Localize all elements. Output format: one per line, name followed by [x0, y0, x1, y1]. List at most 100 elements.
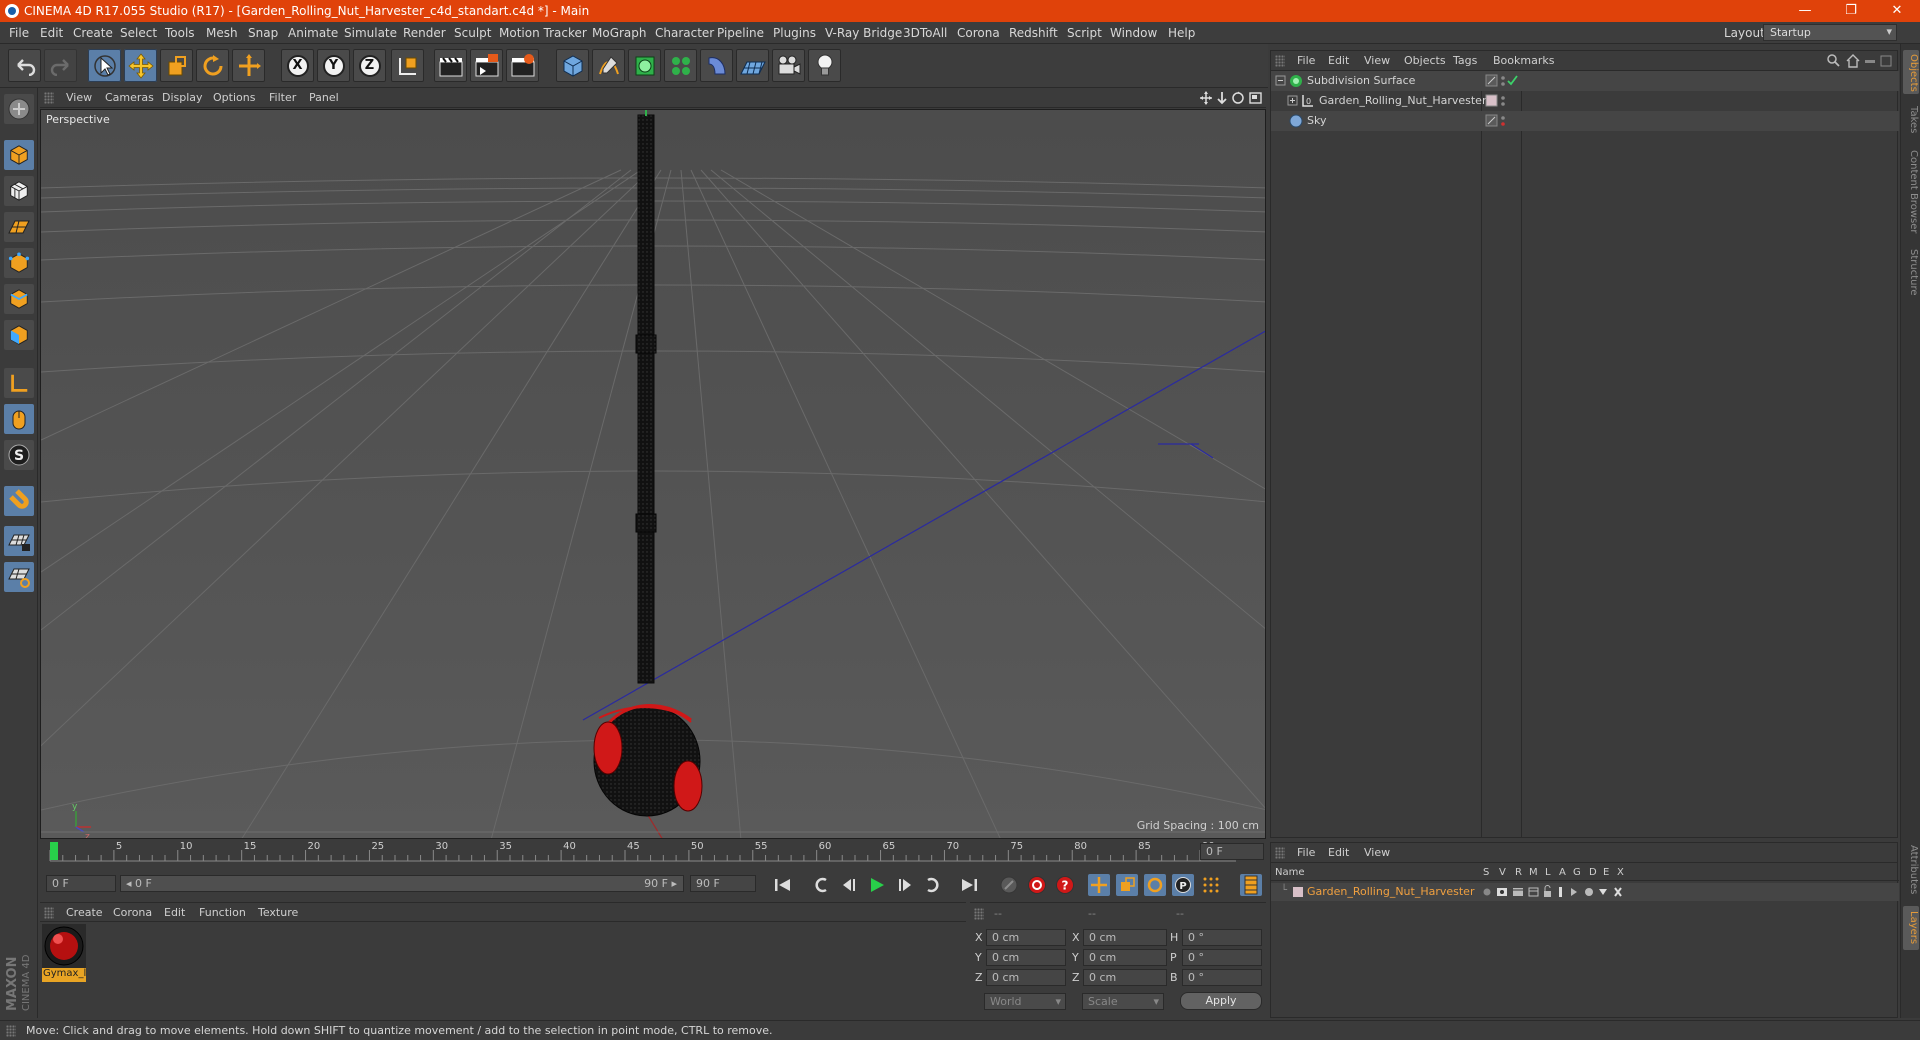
object-row-harvester[interactable]: 0 Garden_Rolling_Nut_Harvester [1271, 91, 1899, 111]
viewport-nav-icons[interactable] [1200, 91, 1264, 105]
scale-tool-button[interactable] [160, 49, 193, 82]
viewport-menu-display[interactable]: Display [162, 91, 203, 104]
expand-icon[interactable] [1287, 95, 1299, 107]
maximize-button[interactable]: ❐ [1828, 0, 1874, 22]
perspective-viewport[interactable]: y z Perspective Grid Spacing : 100 cm [40, 109, 1266, 839]
add-light-button[interactable] [808, 49, 841, 82]
apply-button[interactable]: Apply [1180, 992, 1262, 1010]
pos-z-field[interactable]: 0 cm [986, 969, 1066, 986]
tab-objects[interactable]: Objects [1903, 50, 1919, 94]
render-settings-button[interactable] [506, 49, 539, 82]
layer-flag-icons[interactable] [1481, 885, 1631, 899]
locked-workplane-button[interactable] [4, 526, 34, 556]
rot-h-field[interactable]: 0 ° [1182, 929, 1262, 946]
close-button[interactable]: ✕ [1874, 0, 1920, 22]
obj-menu-edit[interactable]: Edit [1328, 54, 1349, 67]
menu-corona[interactable]: Corona [957, 26, 1000, 40]
menu-3dtoall[interactable]: 3DToAll [903, 26, 947, 40]
add-floor-button[interactable] [736, 49, 769, 82]
menu-motion-tracker[interactable]: Motion Tracker [499, 26, 587, 40]
menu-mograph[interactable]: MoGraph [592, 26, 647, 40]
menu-mesh[interactable]: Mesh [206, 26, 238, 40]
layer-menu-view[interactable]: View [1364, 846, 1390, 859]
material-menu-function[interactable]: Function [199, 906, 246, 919]
layer-row[interactable]: └ Garden_Rolling_Nut_Harvester [1271, 883, 1899, 901]
start-frame-field[interactable]: 0 F [46, 875, 116, 892]
timeline-window-button[interactable] [1240, 874, 1262, 896]
current-frame-field[interactable]: 0 F [1200, 843, 1264, 860]
add-cube-button[interactable] [556, 49, 589, 82]
obj-manager-header-icons[interactable] [1827, 54, 1897, 68]
record-keys-button[interactable] [998, 874, 1020, 896]
add-deformer-button[interactable] [700, 49, 733, 82]
prev-key-button[interactable] [810, 874, 832, 896]
key-parameter-button[interactable]: P [1172, 874, 1194, 896]
key-scale-button[interactable] [1116, 874, 1138, 896]
render-to-picture-viewer-button[interactable] [470, 49, 503, 82]
menu-snap[interactable]: Snap [248, 26, 278, 40]
material-menu-create[interactable]: Create [66, 906, 103, 919]
next-key-button[interactable] [922, 874, 944, 896]
add-spline-pen-button[interactable] [592, 49, 625, 82]
viewport-menu-options[interactable]: Options [213, 91, 255, 104]
material-menu-edit[interactable]: Edit [164, 906, 185, 919]
preview-range-slider[interactable]: ◂ 0 F 90 F ▸ [120, 875, 684, 892]
obj-menu-file[interactable]: File [1297, 54, 1315, 67]
menu-redshift[interactable]: Redshift [1009, 26, 1058, 40]
live-selection-button[interactable] [88, 49, 121, 82]
make-editable-button[interactable] [4, 94, 34, 124]
menu-vray-bridge[interactable]: V-Ray Bridge [825, 26, 902, 40]
coordinate-system-button[interactable] [391, 49, 424, 82]
menu-select[interactable]: Select [120, 26, 157, 40]
menu-character[interactable]: Character [655, 26, 714, 40]
keyframe-selection-button[interactable]: ? [1054, 874, 1076, 896]
goto-start-button[interactable] [772, 874, 794, 896]
timeline-ruler[interactable]: 051015202530354045505560657075808590 0 F [40, 840, 1266, 862]
menu-pipeline[interactable]: Pipeline [717, 26, 764, 40]
menu-animate[interactable]: Animate [288, 26, 338, 40]
material-swatch[interactable]: Gymax_l [42, 924, 86, 984]
redo-button[interactable] [44, 49, 77, 82]
layer-menu-edit[interactable]: Edit [1328, 846, 1349, 859]
points-mode-button[interactable] [4, 248, 34, 278]
object-status-flags[interactable] [1485, 94, 1519, 108]
key-pla-button[interactable] [1200, 874, 1222, 896]
viewport-menu-cameras[interactable]: Cameras [105, 91, 154, 104]
prev-frame-button[interactable] [838, 874, 860, 896]
texture-mode-button[interactable] [4, 176, 34, 206]
z-axis-lock-button[interactable]: Z [353, 49, 386, 82]
layer-color-swatch[interactable] [1293, 887, 1303, 897]
render-view-button[interactable] [434, 49, 467, 82]
pos-y-field[interactable]: 0 cm [986, 949, 1066, 966]
viewport-menu-view[interactable]: View [66, 91, 92, 104]
x-axis-lock-button[interactable]: X [281, 49, 314, 82]
menu-script[interactable]: Script [1067, 26, 1102, 40]
menu-help[interactable]: Help [1168, 26, 1195, 40]
object-status-flags[interactable] [1485, 74, 1519, 88]
edges-mode-button[interactable] [4, 284, 34, 314]
minimize-button[interactable]: — [1782, 0, 1828, 22]
polygons-mode-button[interactable] [4, 320, 34, 350]
add-subdivision-surface-button[interactable] [628, 49, 661, 82]
menu-edit[interactable]: Edit [40, 26, 63, 40]
obj-menu-tags[interactable]: Tags [1453, 54, 1477, 67]
viewport-menu-filter[interactable]: Filter [269, 91, 296, 104]
rot-b-field[interactable]: 0 ° [1182, 969, 1262, 986]
timeline-playhead[interactable] [50, 842, 58, 860]
pos-x-field[interactable]: 0 cm [986, 929, 1066, 946]
tweak-mode-button[interactable] [4, 404, 34, 434]
menu-window[interactable]: Window [1110, 26, 1157, 40]
object-status-flags[interactable] [1485, 114, 1519, 128]
play-button[interactable] [866, 874, 888, 896]
key-rotation-button[interactable] [1144, 874, 1166, 896]
undo-button[interactable] [8, 49, 41, 82]
move-tool-button[interactable] [124, 49, 157, 82]
size-z-field[interactable]: 0 cm [1083, 969, 1167, 986]
menu-plugins[interactable]: Plugins [773, 26, 816, 40]
tab-takes[interactable]: Takes [1903, 102, 1919, 136]
model-mode-button[interactable] [4, 140, 34, 170]
material-menu-corona[interactable]: Corona [113, 906, 152, 919]
tab-layers[interactable]: Layers [1903, 906, 1919, 950]
size-x-field[interactable]: 0 cm [1083, 929, 1167, 946]
add-cloner-button[interactable] [664, 49, 697, 82]
